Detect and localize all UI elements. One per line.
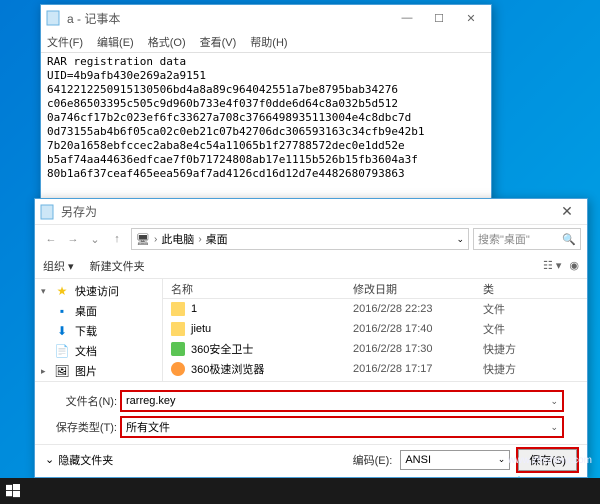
app-icon [171,342,185,356]
desktop-icon: ▪ [55,304,69,318]
menu-edit[interactable]: 编辑(E) [97,34,134,50]
filetype-field[interactable]: 所有文件 ⌄ [121,417,563,437]
menu-view[interactable]: 查看(V) [200,34,237,50]
nav-chevron-down-icon[interactable]: ⌄ [85,229,105,249]
toolbar: 组织 ▾ 新建文件夹 ☷ ▾ ◉ [35,253,587,279]
filename-label: 文件名(N): [45,393,117,409]
nav-up-icon[interactable]: ↑ [107,229,127,249]
file-list-header: 名称 修改日期 类 [163,279,587,299]
menu-format[interactable]: 格式(O) [148,34,186,50]
chevron-down-icon: ⌄ [498,454,506,465]
saveas-titlebar[interactable]: 另存为 ✕ [35,199,587,225]
address-bar[interactable]: 🖥 › 此电脑 › 桌面 ⌄ [131,228,469,250]
chevron-down-icon: ⌄ [45,453,54,466]
help-icon[interactable]: ◉ [569,259,579,272]
col-type[interactable]: 类 [483,281,587,297]
search-placeholder: 搜索"桌面" [478,231,530,247]
maximize-button[interactable]: ☐ [423,8,455,28]
sidebar-item-label: 文档 [75,343,97,359]
col-name[interactable]: 名称 [163,281,353,297]
sidebar-quick-access[interactable]: ▾ ★ 快速访问 [35,281,162,301]
chevron-down-icon[interactable]: ⌄ [550,422,558,433]
sidebar-item-label: 桌面 [75,303,97,319]
notepad-title: a - 记事本 [67,10,391,27]
saveas-title: 另存为 [61,203,551,220]
sidebar-item-documents[interactable]: 📄 文档 [35,341,162,361]
pictures-icon: 🖼 [55,364,69,378]
search-icon: 🔍 [562,233,576,246]
app-icon [171,362,185,376]
sidebar: ▾ ★ 快速访问 ▪ 桌面 ⬇ 下载 📄 文档 ▸ 🖼 [35,279,163,381]
filename-value: rarreg.key [126,395,176,407]
list-item[interactable]: jietu 2016/2/28 17:40 文件 [163,319,587,339]
sidebar-item-label: 下载 [75,323,97,339]
start-button[interactable] [0,478,26,504]
nav-back-icon[interactable]: ← [41,229,61,249]
menu-help[interactable]: 帮助(H) [250,34,287,50]
sidebar-quick-label: 快速访问 [75,283,119,299]
file-list: 名称 修改日期 类 1 2016/2/28 22:23 文件 jietu 201… [163,279,587,381]
col-date[interactable]: 修改日期 [353,281,483,297]
list-item[interactable]: 1 2016/2/28 22:23 文件 [163,299,587,319]
close-button[interactable]: ✕ [455,8,487,28]
document-icon: 📄 [55,344,69,358]
folder-icon [171,302,185,316]
chevron-down-icon[interactable]: ⌄ [550,396,558,407]
download-icon: ⬇ [55,324,69,338]
pc-icon: 🖥 [136,233,150,246]
notepad-icon [45,10,61,26]
collapse-icon[interactable]: ▾ [41,286,49,297]
saveas-icon [39,204,55,220]
chevron-right-icon: › [198,234,201,245]
encoding-value: ANSI [405,454,431,466]
watermark-url: www.zhishiwu.com [508,455,592,466]
notepad-content[interactable]: RAR registration data UID=4b9afb430e269a… [41,53,491,183]
organize-button[interactable]: 组织 ▾ [43,258,74,274]
breadcrumb-thispc[interactable]: 此电脑 [161,231,194,247]
chevron-right-icon: › [154,234,157,245]
form-area: 文件名(N): rarreg.key ⌄ 保存类型(T): 所有文件 ⌄ [35,381,587,444]
saveas-dialog: 另存为 ✕ ← → ⌄ ↑ 🖥 › 此电脑 › 桌面 ⌄ 搜索"桌面" 🔍 组织… [34,198,588,478]
star-icon: ★ [55,284,69,298]
hide-folders-label: 隐藏文件夹 [58,452,113,468]
view-details-icon[interactable]: ☷ ▾ [543,259,561,272]
addr-dropdown-icon[interactable]: ⌄ [456,234,464,245]
minimize-button[interactable]: — [391,8,423,28]
encoding-label: 编码(E): [353,452,393,468]
filename-field[interactable]: rarreg.key ⌄ [121,391,563,411]
filetype-label: 保存类型(T): [45,419,117,435]
search-input[interactable]: 搜索"桌面" 🔍 [473,228,581,250]
newfolder-button[interactable]: 新建文件夹 [90,258,145,274]
hide-folders-button[interactable]: ⌄ 隐藏文件夹 [45,452,113,468]
sidebar-item-desktop[interactable]: ▪ 桌面 [35,301,162,321]
list-item[interactable]: 360极速浏览器 2016/2/28 17:17 快捷方 [163,359,587,379]
folder-icon [171,322,185,336]
encoding-select[interactable]: ANSI ⌄ [400,450,510,470]
notepad-window: a - 记事本 — ☐ ✕ 文件(F) 编辑(E) 格式(O) 查看(V) 帮助… [40,4,492,200]
navbar: ← → ⌄ ↑ 🖥 › 此电脑 › 桌面 ⌄ 搜索"桌面" 🔍 [35,225,587,253]
close-button[interactable]: ✕ [551,203,583,220]
bottom-bar: ⌄ 隐藏文件夹 编码(E): ANSI ⌄ 保存(S) [35,444,587,474]
filetype-value: 所有文件 [126,419,170,435]
notepad-titlebar[interactable]: a - 记事本 — ☐ ✕ [41,5,491,31]
sidebar-item-downloads[interactable]: ⬇ 下载 [35,321,162,341]
sidebar-item-pictures[interactable]: ▸ 🖼 图片 [35,361,162,381]
menu-file[interactable]: 文件(F) [47,34,83,50]
taskbar [0,478,600,504]
nav-forward-icon[interactable]: → [63,229,83,249]
notepad-menubar: 文件(F) 编辑(E) 格式(O) 查看(V) 帮助(H) [41,31,491,53]
expand-icon[interactable]: ▸ [41,366,49,377]
sidebar-item-label: 图片 [75,363,97,379]
list-item[interactable]: 360安全卫士 2016/2/28 17:30 快捷方 [163,339,587,359]
breadcrumb-desktop[interactable]: 桌面 [206,231,228,247]
